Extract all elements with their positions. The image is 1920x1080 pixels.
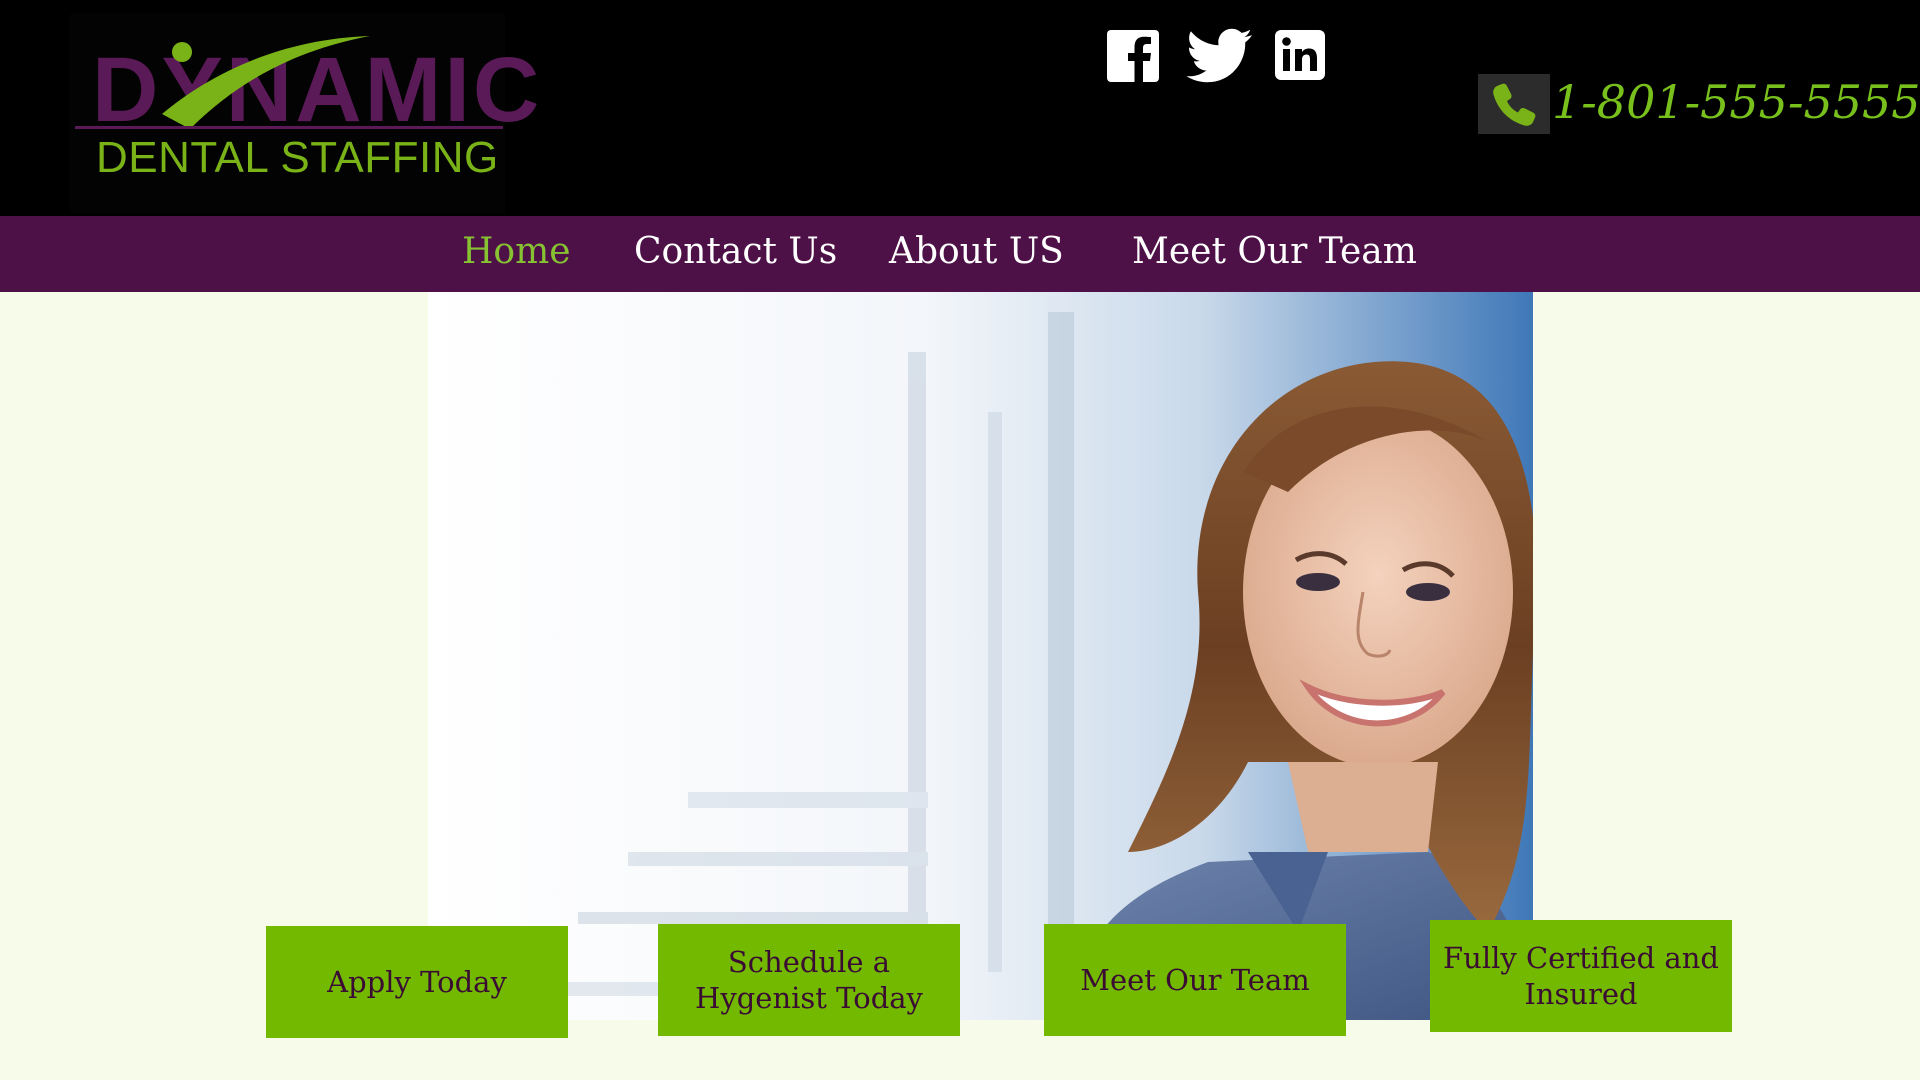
nav-item-contact-us[interactable]: Contact Us xyxy=(634,230,837,273)
meet-our-team-label: Meet Our Team xyxy=(1080,962,1310,997)
nav-item-about-us[interactable]: About US xyxy=(889,230,1064,273)
certified-insured-line2: Insured xyxy=(1524,977,1638,1011)
apply-today-button[interactable]: Apply Today xyxy=(266,926,568,1038)
apply-today-label: Apply Today xyxy=(327,964,507,999)
phone-icon xyxy=(1478,74,1550,134)
site-logo[interactable]: DYNAMIC DENTAL STAFFING xyxy=(70,14,539,214)
certified-insured-label: Fully Certified and Insured xyxy=(1443,940,1719,1013)
schedule-hygenist-button[interactable]: Schedule a Hygenist Today xyxy=(658,924,960,1036)
certified-insured-line1: Fully Certified and xyxy=(1443,940,1719,975)
logo-subtitle: DENTAL STAFFING xyxy=(96,133,499,182)
schedule-hygenist-label: Schedule a Hygenist Today xyxy=(695,944,923,1017)
logo-swoosh xyxy=(162,36,370,129)
logo-divider xyxy=(75,126,503,129)
meet-our-team-button[interactable]: Meet Our Team xyxy=(1044,924,1346,1036)
schedule-hygenist-line2: Hygenist Today xyxy=(695,981,923,1015)
site-header: DYNAMIC DENTAL STAFFING 1-801-555-5555 xyxy=(0,0,1920,216)
nav-item-home[interactable]: Home xyxy=(462,230,571,273)
facebook-icon[interactable] xyxy=(1105,28,1161,84)
linkedin-icon[interactable] xyxy=(1273,28,1329,84)
hero-image xyxy=(428,292,1533,1020)
certified-insured-button[interactable]: Fully Certified and Insured xyxy=(1430,920,1732,1032)
nav-item-meet-our-team[interactable]: Meet Our Team xyxy=(1132,230,1417,273)
schedule-hygenist-line1: Schedule a xyxy=(727,944,891,979)
main-nav: Home Contact Us About US Meet Our Team xyxy=(0,216,1920,292)
twitter-icon[interactable] xyxy=(1186,28,1254,84)
phone-number[interactable]: 1-801-555-5555 xyxy=(1552,77,1920,128)
